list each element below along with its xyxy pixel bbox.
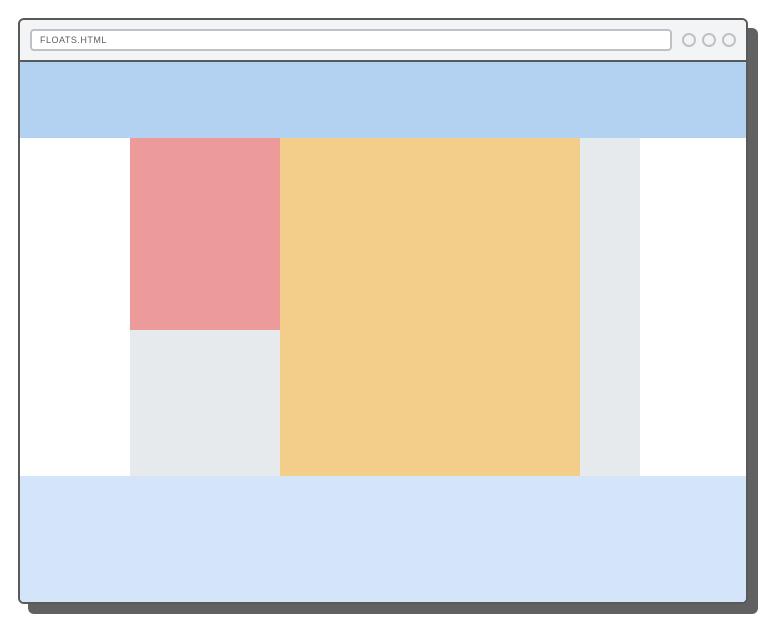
window-buttons bbox=[682, 33, 736, 47]
window-button-3[interactable] bbox=[722, 33, 736, 47]
titlebar: FLOATS.HTML bbox=[20, 20, 746, 60]
window-button-2[interactable] bbox=[702, 33, 716, 47]
window-button-1[interactable] bbox=[682, 33, 696, 47]
menu-block bbox=[20, 62, 746, 138]
url-bar[interactable]: FLOATS.HTML bbox=[30, 29, 672, 51]
footer-block bbox=[20, 476, 746, 602]
url-text: FLOATS.HTML bbox=[40, 35, 107, 45]
browser-window: FLOATS.HTML bbox=[18, 18, 748, 604]
red-block bbox=[130, 138, 280, 330]
viewport bbox=[20, 62, 746, 602]
content-block bbox=[280, 138, 580, 476]
